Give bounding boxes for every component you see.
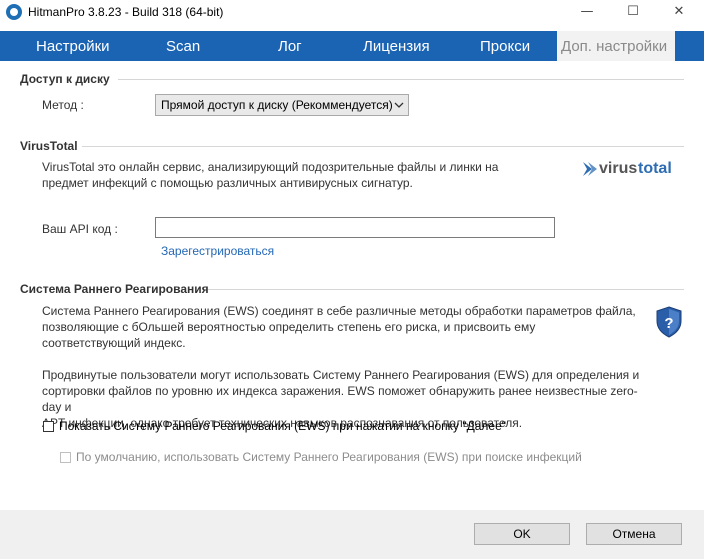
- tab-advanced-settings[interactable]: Доп. настройки: [557, 31, 675, 61]
- divider: [208, 289, 684, 290]
- virustotal-logo-icon: [583, 162, 597, 176]
- ews-description-line: соответствующий индекс.: [42, 336, 186, 350]
- api-code-label: Ваш API код :: [42, 222, 118, 236]
- tab-bar: Настройки Scan Лог Лицензия Прокси Доп. …: [0, 31, 704, 61]
- api-code-input[interactable]: [155, 217, 555, 238]
- ews-description-line: позволяющие с бОльшей вероятностью опред…: [42, 320, 536, 334]
- tab-proxy[interactable]: Прокси: [480, 31, 530, 61]
- virustotal-title: VirusTotal: [20, 139, 78, 153]
- show-ews-checkbox[interactable]: [43, 421, 54, 432]
- default-ews-checkbox-label[interactable]: По умолчанию, использовать Систему Ранне…: [76, 450, 582, 464]
- shield-question-icon: ?: [656, 306, 682, 338]
- tab-scan[interactable]: Scan: [166, 31, 200, 61]
- ews-description: Система Раннего Реагирования (EWS) соеди…: [42, 303, 652, 351]
- virustotal-description: VirusTotal это онлайн сервис, анализирую…: [42, 159, 652, 191]
- window-title: HitmanPro 3.8.23 - Build 318 (64-bit): [28, 5, 224, 19]
- method-select[interactable]: Прямой доступ к диску (Рекоммендуется): [155, 94, 409, 116]
- virustotal-logo: virus total: [583, 160, 683, 178]
- hitmanpro-app-icon: [6, 4, 22, 20]
- minimize-button[interactable]: —: [564, 0, 610, 24]
- divider: [118, 79, 684, 80]
- maximize-button[interactable]: ☐: [610, 0, 656, 24]
- tab-settings[interactable]: Настройки: [36, 31, 110, 61]
- chevron-down-icon: [394, 95, 404, 122]
- tab-log[interactable]: Лог: [278, 31, 302, 61]
- method-label: Метод :: [42, 98, 84, 112]
- ews-title: Система Раннего Реагирования: [20, 282, 209, 296]
- show-ews-checkbox-label[interactable]: Показать Систему Раннего Реагирования (E…: [59, 419, 506, 433]
- virustotal-logo-text-left: virus: [599, 160, 638, 177]
- method-select-value: Прямой доступ к диску (Рекоммендуется): [161, 98, 393, 112]
- virustotal-description-line: предмет инфекций с помощью различных ант…: [42, 176, 413, 190]
- cancel-button[interactable]: Отмена: [586, 523, 682, 545]
- tab-license[interactable]: Лицензия: [363, 31, 430, 61]
- virustotal-logo-text-right: total: [638, 160, 672, 177]
- ok-button[interactable]: OK: [474, 523, 570, 545]
- default-ews-checkbox[interactable]: [60, 452, 71, 463]
- svg-text:?: ?: [664, 315, 673, 332]
- title-bar: HitmanPro 3.8.23 - Build 318 (64-bit) — …: [0, 0, 704, 24]
- ews-description-line: сортировки файлов по уровню их индекса з…: [42, 384, 638, 414]
- disk-access-title: Доступ к диску: [20, 72, 110, 86]
- ews-description-line: Продвинутые пользователи могут использов…: [42, 368, 640, 382]
- close-button[interactable]: ✕: [656, 0, 702, 24]
- virustotal-description-line: VirusTotal это онлайн сервис, анализирую…: [42, 160, 499, 174]
- ews-description-line: Система Раннего Реагирования (EWS) соеди…: [42, 304, 636, 318]
- register-link[interactable]: Зарегестрироваться: [161, 244, 274, 258]
- divider: [82, 146, 684, 147]
